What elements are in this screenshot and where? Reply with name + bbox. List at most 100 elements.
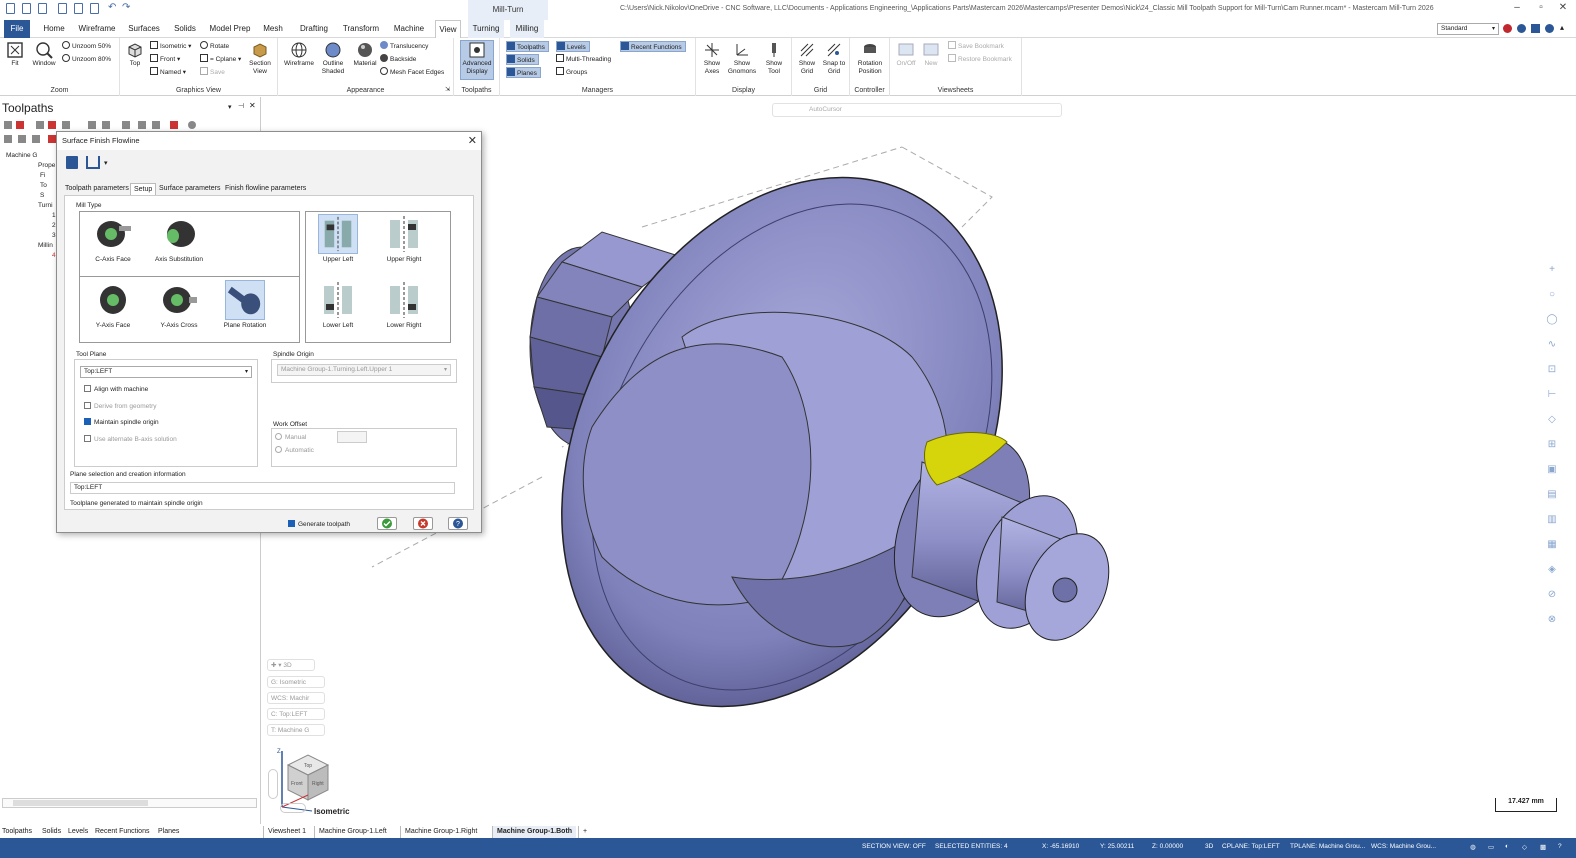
- status-tplane[interactable]: TPLANE: Machine Grou...: [1290, 843, 1365, 850]
- orbit-slider[interactable]: [268, 769, 278, 799]
- bottom-tab-levels[interactable]: Levels: [68, 826, 88, 838]
- mill-type-plane-rotation[interactable]: Plane Rotation: [214, 280, 276, 329]
- help-icon[interactable]: [1545, 24, 1554, 33]
- ribbon-collapse-icon[interactable]: ▴: [1560, 23, 1564, 32]
- viewsheet-tab-both[interactable]: Machine Group-1.Both: [492, 826, 577, 838]
- derive-from-geometry-checkbox[interactable]: Derive from geometry: [84, 402, 157, 412]
- wireframe-mode-icon[interactable]: ◇: [1522, 843, 1527, 851]
- groups-button[interactable]: Groups: [556, 67, 587, 78]
- shading-icon[interactable]: ◐: [1505, 843, 1509, 850]
- bottom-tab-recent-functions[interactable]: Recent Functions: [95, 826, 149, 838]
- viewsheet-tab-left[interactable]: Machine Group-1.Left: [314, 826, 391, 838]
- snap-to-grid-button[interactable]: Snap to Grid: [820, 41, 848, 76]
- outline-shaded-button[interactable]: Outline Shaded: [318, 41, 348, 76]
- status-section-view[interactable]: SECTION VIEW: OFF: [862, 843, 926, 850]
- tree-node[interactable]: Prope: [2, 162, 57, 172]
- tree-node[interactable]: 2: [2, 222, 57, 232]
- show-axes-button[interactable]: Show Axes: [698, 41, 726, 76]
- tab-machine[interactable]: Machine: [390, 20, 428, 38]
- planes-manager-toggle[interactable]: Planes: [506, 67, 541, 78]
- tab-file[interactable]: File: [4, 20, 30, 38]
- mill-type-c-axis-face[interactable]: C-Axis Face: [82, 214, 144, 263]
- mill-type-axis-substitution[interactable]: Axis Substitution: [148, 214, 210, 263]
- status-mode[interactable]: 3D: [1205, 843, 1213, 850]
- bottom-tab-solids[interactable]: Solids: [42, 826, 61, 838]
- close-window-button[interactable]: ✕: [1556, 2, 1570, 13]
- help-button[interactable]: ?: [448, 517, 468, 530]
- hud-wcs[interactable]: WCS: Machir: [267, 692, 325, 704]
- rotate-button[interactable]: Rotate: [200, 41, 229, 52]
- toolpaths-manager-toggle[interactable]: Toolpaths: [506, 41, 549, 52]
- tab-setup[interactable]: Setup: [130, 183, 157, 195]
- tab-turning[interactable]: Turning: [468, 20, 504, 38]
- recent-functions-toggle[interactable]: Recent Functions: [620, 41, 686, 52]
- tool-plane-select[interactable]: Top:LEFT ▾: [80, 366, 252, 378]
- show-tool-button[interactable]: Show Tool: [760, 41, 788, 76]
- mill-type-y-axis-face[interactable]: Y-Axis Face: [82, 280, 144, 329]
- undo-icon[interactable]: ↶: [108, 2, 116, 13]
- named-views-button[interactable]: Named ▾: [150, 67, 186, 78]
- viewsheet-tab-right[interactable]: Machine Group-1.Right: [400, 826, 481, 838]
- globe-icon[interactable]: ◍: [1470, 843, 1476, 851]
- mill-type-y-axis-cross[interactable]: Y-Axis Cross: [148, 280, 210, 329]
- tree-node[interactable]: 1: [2, 212, 57, 222]
- tree-node[interactable]: Millin: [2, 242, 57, 252]
- position-lower-left[interactable]: Lower Left: [307, 280, 369, 329]
- tree-node[interactable]: 3: [2, 232, 57, 242]
- export-dropdown-icon[interactable]: ▾: [104, 159, 108, 167]
- pin-icon[interactable]: ⊣: [238, 102, 244, 110]
- solid-mode-icon[interactable]: ▩: [1540, 843, 1546, 851]
- new-viewsheet-button[interactable]: New: [920, 41, 942, 68]
- tab-model-prep[interactable]: Model Prep: [208, 20, 252, 38]
- tree-node[interactable]: Fi: [2, 172, 57, 182]
- hud-3d-toggle[interactable]: ✚ ▾ 3D: [267, 659, 315, 671]
- levels-manager-toggle[interactable]: Levels: [556, 41, 590, 52]
- show-gnomons-button[interactable]: Show Gnomons: [726, 41, 758, 76]
- tab-toolpath-parameters[interactable]: Toolpath parameters: [65, 183, 129, 195]
- tab-finish-flowline-parameters[interactable]: Finish flowline parameters: [225, 183, 306, 195]
- save-bookmark-button[interactable]: Save Bookmark: [948, 41, 1004, 52]
- tree-node[interactable]: 4: [2, 252, 57, 262]
- save-icon[interactable]: [58, 3, 67, 14]
- work-offset-number-input[interactable]: [337, 431, 367, 443]
- isometric-button[interactable]: Isometric ▾: [150, 41, 191, 52]
- redo-icon[interactable]: ↷: [122, 2, 130, 13]
- zoom-window-button[interactable]: Window: [28, 41, 60, 68]
- open-file-icon[interactable]: [22, 3, 31, 14]
- dialog-close-icon[interactable]: ✕: [468, 134, 477, 147]
- spindle-origin-select[interactable]: Machine Group-1.Turning.Left.Upper 1 ▾: [277, 364, 451, 376]
- autocursor-toolbar[interactable]: AutoCursor: [772, 103, 1062, 117]
- unzoom-50-button[interactable]: Unzoom 50%: [62, 41, 111, 52]
- dialog-launcher-icon[interactable]: ⇲: [445, 86, 450, 93]
- tab-surface-parameters[interactable]: Surface parameters: [159, 183, 220, 195]
- tree-node[interactable]: Machine G: [2, 152, 57, 162]
- export-icon[interactable]: [86, 156, 100, 169]
- tab-view[interactable]: View: [435, 20, 461, 38]
- solids-manager-toggle[interactable]: Solids: [506, 54, 539, 65]
- new-file-icon[interactable]: [6, 3, 15, 14]
- merge-icon[interactable]: [38, 3, 47, 14]
- scrollbar-thumb[interactable]: [13, 800, 148, 806]
- cplane-button[interactable]: = Cplane ▾: [200, 54, 241, 65]
- bottom-tab-planes[interactable]: Planes: [158, 826, 179, 838]
- manual-radio[interactable]: Manual: [275, 433, 306, 441]
- use-alternate-b-axis-checkbox[interactable]: Use alternate B-axis solution: [84, 435, 177, 445]
- minimize-button[interactable]: –: [1510, 2, 1524, 13]
- front-button[interactable]: Front ▾: [150, 54, 180, 65]
- hud-cplane[interactable]: C: Top:LEFT: [267, 708, 325, 720]
- hud-tplane[interactable]: T: Machine G: [267, 724, 325, 736]
- tab-home[interactable]: Home: [40, 20, 68, 38]
- wireframe-button[interactable]: Wireframe: [282, 41, 316, 68]
- cancel-button[interactable]: [413, 517, 433, 530]
- save-view-button[interactable]: Save: [200, 67, 225, 78]
- viewsheets-onoff-button[interactable]: On/Off: [894, 41, 918, 68]
- status-wcs[interactable]: WCS: Machine Grou...: [1371, 843, 1436, 850]
- add-viewsheet-button[interactable]: +: [578, 826, 591, 838]
- display-icon[interactable]: ▭: [1488, 843, 1494, 851]
- automatic-radio[interactable]: Automatic: [275, 446, 314, 454]
- top-view-button[interactable]: Top: [124, 41, 146, 68]
- position-upper-right[interactable]: Upper Right: [373, 214, 435, 263]
- translucency-button[interactable]: Translucency: [380, 41, 428, 52]
- align-with-machine-checkbox[interactable]: Align with machine: [84, 385, 148, 395]
- tab-solids[interactable]: Solids: [170, 20, 200, 38]
